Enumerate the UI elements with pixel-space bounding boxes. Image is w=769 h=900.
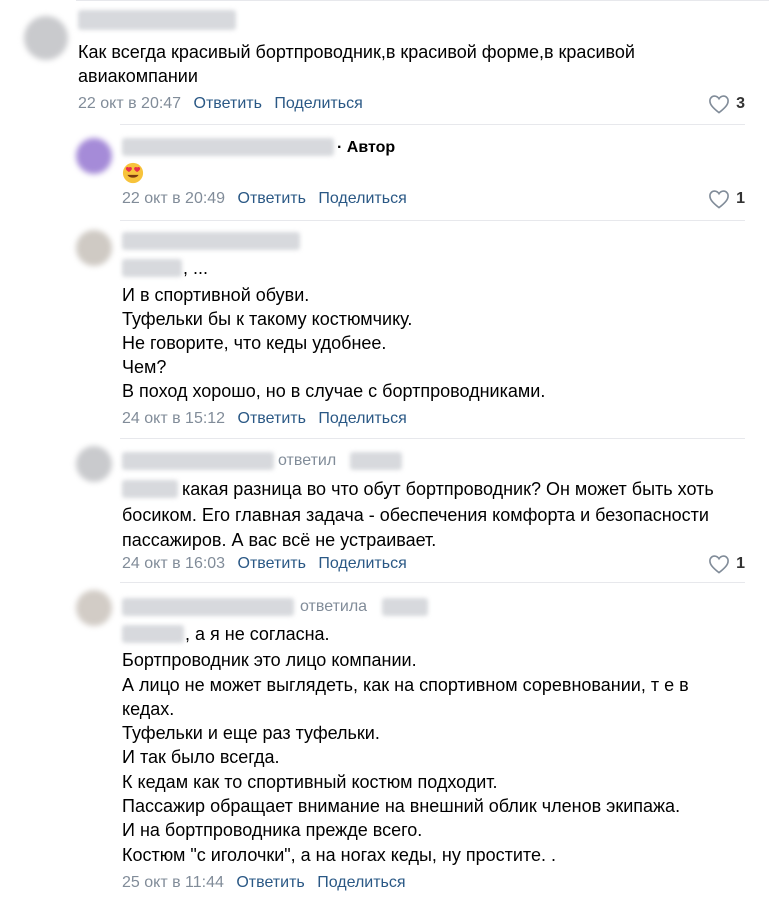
comment-text-line: Туфельки бы к такому костюмчику.: [122, 309, 413, 329]
comment-text-line: , а я не согласна.: [185, 624, 330, 644]
like-button[interactable]: 1: [708, 189, 745, 209]
share-link[interactable]: Поделиться: [318, 190, 406, 207]
comment-date[interactable]: 25 окт в 11:44: [122, 874, 224, 891]
recipient-redacted[interactable]: [350, 452, 402, 470]
top-divider: [76, 0, 769, 1]
comment-text-line: Не говорите, что кеды удобнее.: [122, 333, 387, 353]
like-count: 3: [736, 95, 745, 112]
heart-eyes-emoji: [122, 162, 144, 184]
recipient-redacted[interactable]: [382, 598, 428, 616]
share-link[interactable]: Поделиться: [274, 95, 362, 112]
comment-meta: 22 окт в 20:49 Ответить Поделиться: [122, 189, 407, 209]
comment-text-line: авиакомпании: [78, 66, 198, 86]
comment-text-line: , ...: [183, 258, 209, 278]
comment-meta: 25 окт в 11:44 Ответить Поделиться: [122, 873, 406, 893]
mention-redacted[interactable]: [122, 625, 184, 643]
comment-date[interactable]: 24 окт в 15:12: [122, 410, 225, 427]
comment-meta: 22 окт в 20:47 Ответить Поделиться: [78, 94, 363, 114]
avatar[interactable]: [24, 16, 68, 60]
comment-date[interactable]: 24 окт в 16:03: [122, 555, 225, 572]
comment-text-line: А лицо не может выглядеть, как на спорти…: [122, 675, 689, 695]
comment-text-line: Чем?: [122, 357, 167, 377]
replied-label: ответил: [278, 452, 337, 469]
comment-date[interactable]: 22 окт в 20:47: [78, 95, 181, 112]
like-button[interactable]: 3: [708, 94, 745, 114]
divider: [120, 220, 745, 221]
mention-redacted[interactable]: [122, 259, 182, 277]
comment-meta: 24 окт в 16:03 Ответить Поделиться: [122, 554, 407, 574]
comment-text-line: К кедам как то спортивный костюм подходи…: [122, 772, 498, 792]
comment-text-line: Туфельки и еще раз туфельки.: [122, 723, 380, 743]
comment-text-line: И на бортпроводника прежде всего.: [122, 820, 423, 840]
author-name-redacted[interactable]: [122, 232, 300, 250]
comment-meta: 24 окт в 15:12 Ответить Поделиться: [122, 409, 407, 429]
comment-text-line: какая разница во что обут бортпроводник?…: [182, 479, 714, 499]
comment-text-line: И так было всегда.: [122, 747, 280, 767]
avatar[interactable]: [76, 230, 112, 266]
comment-text-line: босиком. Его главная задача - обеспечени…: [122, 505, 709, 525]
like-button[interactable]: 1: [708, 554, 745, 574]
author-badge: · Автор: [337, 139, 396, 156]
share-link[interactable]: Поделиться: [317, 874, 405, 891]
comment-text-line: И в спортивной обуви.: [122, 285, 310, 305]
author-name-redacted[interactable]: [122, 598, 294, 616]
reply-link[interactable]: Ответить: [238, 410, 306, 427]
author-name-redacted[interactable]: [78, 10, 236, 30]
divider: [120, 438, 745, 439]
comment-date[interactable]: 22 окт в 20:49: [122, 190, 225, 207]
mention-redacted[interactable]: [122, 480, 178, 498]
avatar[interactable]: [76, 590, 112, 626]
replied-label: ответила: [300, 598, 368, 615]
like-count: 1: [736, 555, 745, 572]
reply-link[interactable]: Ответить: [238, 190, 306, 207]
comment-text-line: Пассажир обращает внимание на внешний об…: [122, 796, 681, 816]
author-name-redacted[interactable]: [122, 138, 334, 156]
comment-text-line: В поход хорошо, но в случае с бортпровод…: [122, 381, 546, 401]
author-name-redacted[interactable]: [122, 452, 274, 470]
divider: [120, 124, 745, 125]
heart-outline-icon: [709, 95, 730, 114]
avatar[interactable]: [76, 446, 112, 482]
comment-text-line: Как всегда красивый бортпроводник,в крас…: [78, 42, 635, 62]
share-link[interactable]: Поделиться: [318, 410, 406, 427]
comment-text-line: Костюм "с иголочки", а на ногах кеды, ну…: [122, 845, 556, 865]
comment-text-line: кедах.: [122, 699, 175, 719]
heart-outline-icon: [709, 190, 730, 209]
like-count: 1: [736, 190, 745, 207]
reply-link[interactable]: Ответить: [194, 95, 262, 112]
comment-text-line: Бортпроводник это лицо компании.: [122, 650, 417, 670]
avatar[interactable]: [76, 138, 112, 174]
reply-link[interactable]: Ответить: [238, 555, 306, 572]
comment-text-line: пассажиров. А вас всё не устраивает.: [122, 530, 437, 550]
divider: [120, 582, 745, 583]
share-link[interactable]: Поделиться: [318, 555, 406, 572]
reply-link[interactable]: Ответить: [236, 874, 304, 891]
heart-outline-icon: [709, 555, 730, 574]
